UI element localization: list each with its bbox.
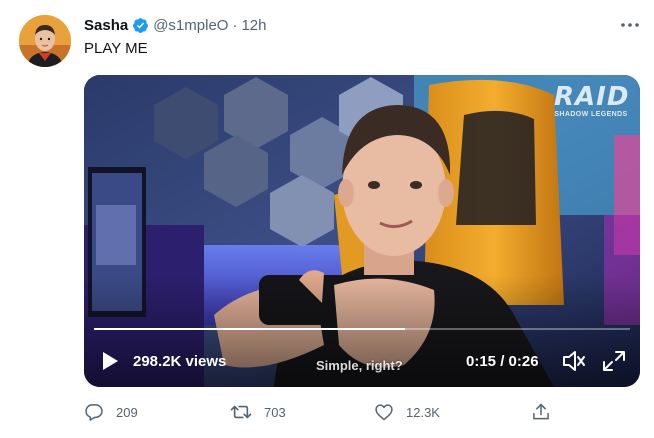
like-icon	[374, 402, 394, 422]
display-name[interactable]: Sasha	[84, 17, 128, 34]
share-icon	[531, 402, 551, 422]
video-view-count: 298.2K views	[133, 353, 227, 370]
retweet-icon	[230, 402, 252, 422]
user-handle[interactable]: @s1mpleO	[153, 17, 228, 34]
like-count: 12.3K	[406, 404, 440, 420]
share-button[interactable]	[531, 400, 551, 424]
brand-title: RAID	[554, 82, 630, 112]
video-progress-bar[interactable]	[94, 328, 630, 330]
retweet-button[interactable]: 703	[230, 400, 286, 424]
reply-icon	[84, 402, 104, 422]
volume-icon[interactable]	[562, 350, 588, 372]
avatar[interactable]	[19, 15, 71, 67]
tweet-timestamp[interactable]: 12h	[241, 17, 266, 34]
video-progress-fill	[94, 328, 405, 330]
reply-count: 209	[116, 404, 138, 420]
tweet-actions: 209 703 12.3K	[84, 400, 554, 424]
avatar-image	[19, 15, 71, 67]
more-icon[interactable]	[619, 15, 641, 35]
video-player[interactable]: RAID SHADOW LEGENDS 298.2K views Simple,…	[84, 75, 640, 387]
like-button[interactable]: 12.3K	[374, 400, 440, 424]
video-caption: Simple, right?	[316, 358, 403, 373]
reply-button[interactable]: 209	[84, 400, 138, 424]
retweet-count: 703	[264, 404, 286, 420]
tweet-text: PLAY ME	[84, 40, 148, 57]
brand-subtitle: SHADOW LEGENDS	[554, 111, 628, 118]
verified-badge-icon	[132, 17, 149, 34]
video-time: 0:15 / 0:26	[466, 353, 539, 370]
tweet-card[interactable]: Sasha @s1mpleO · 12h PLAY ME RAID SHADOW…	[0, 0, 654, 438]
play-icon[interactable]	[100, 351, 120, 371]
fullscreen-icon[interactable]	[601, 349, 627, 373]
header-separator: ·	[232, 16, 238, 34]
brand-watermark: RAID SHADOW LEGENDS	[554, 84, 628, 118]
video-frame	[84, 75, 640, 387]
tweet-header: Sasha @s1mpleO · 12h	[84, 15, 266, 35]
